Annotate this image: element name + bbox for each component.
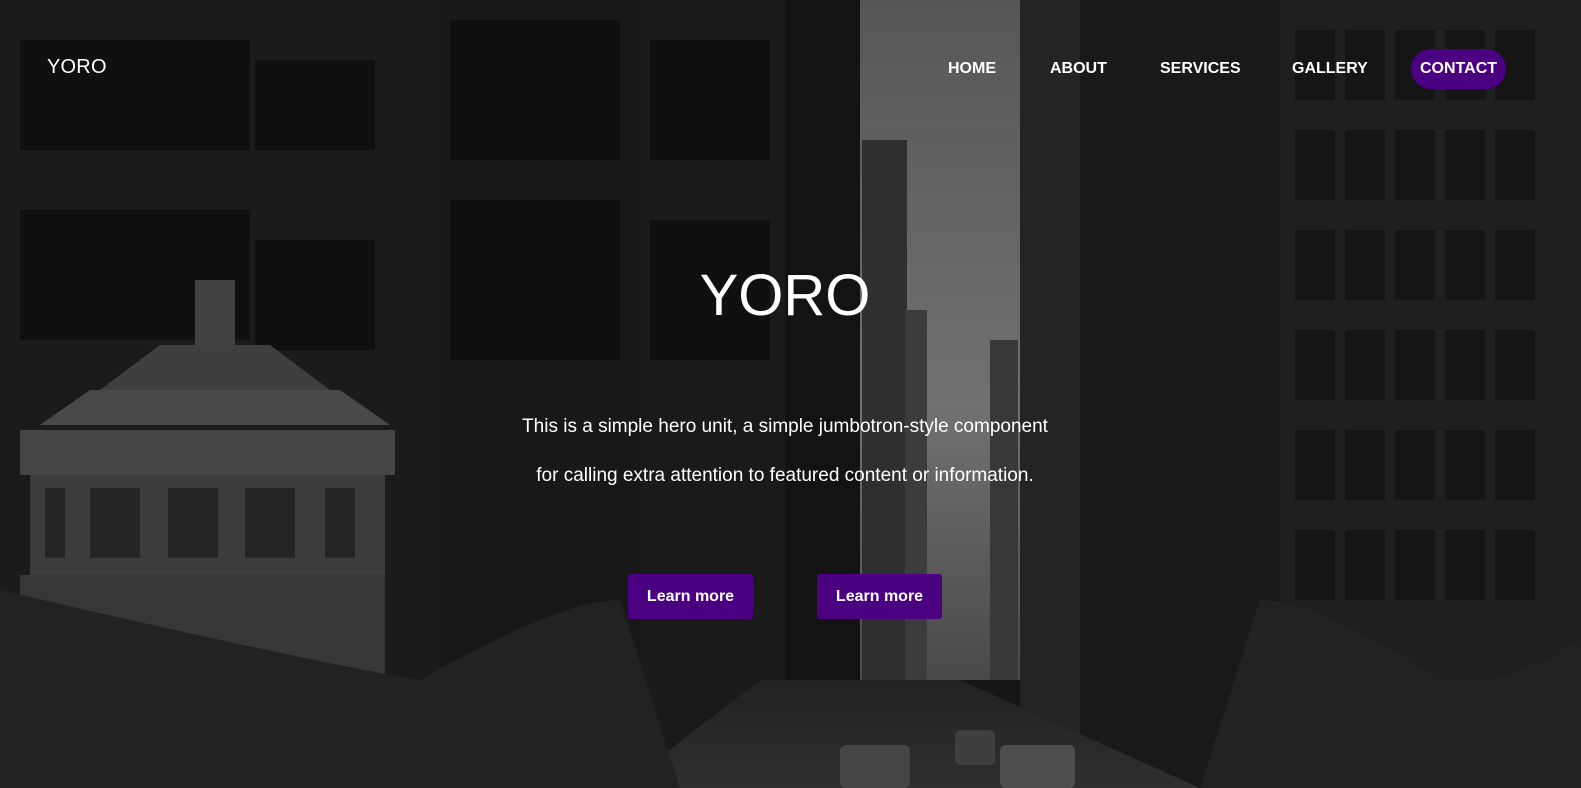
hero-description-line-1: This is a simple hero unit, a simple jum… bbox=[522, 416, 1048, 437]
nav-item-services[interactable]: SERVICES bbox=[1152, 49, 1249, 89]
nav-item-contact[interactable]: CONTACT bbox=[1411, 49, 1507, 89]
dark-overlay bbox=[0, 0, 1581, 788]
hero-description-line-2: for calling extra attention to featured … bbox=[536, 465, 1034, 486]
hero-title: YORO bbox=[699, 263, 871, 328]
hero-description: This is a simple hero unit, a simple jum… bbox=[0, 402, 1570, 500]
nav-item-home[interactable]: HOME bbox=[940, 49, 1004, 89]
nav-item-about[interactable]: ABOUT bbox=[1042, 49, 1115, 89]
hero-section: YORO HOME ABOUT SERVICES GALLERY CONTACT… bbox=[0, 0, 1581, 788]
nav-item-gallery[interactable]: GALLERY bbox=[1284, 49, 1376, 89]
brand-logo[interactable]: YORO bbox=[47, 56, 107, 79]
learn-more-button-secondary[interactable]: Learn more bbox=[817, 574, 942, 619]
learn-more-button-primary[interactable]: Learn more bbox=[628, 574, 753, 619]
